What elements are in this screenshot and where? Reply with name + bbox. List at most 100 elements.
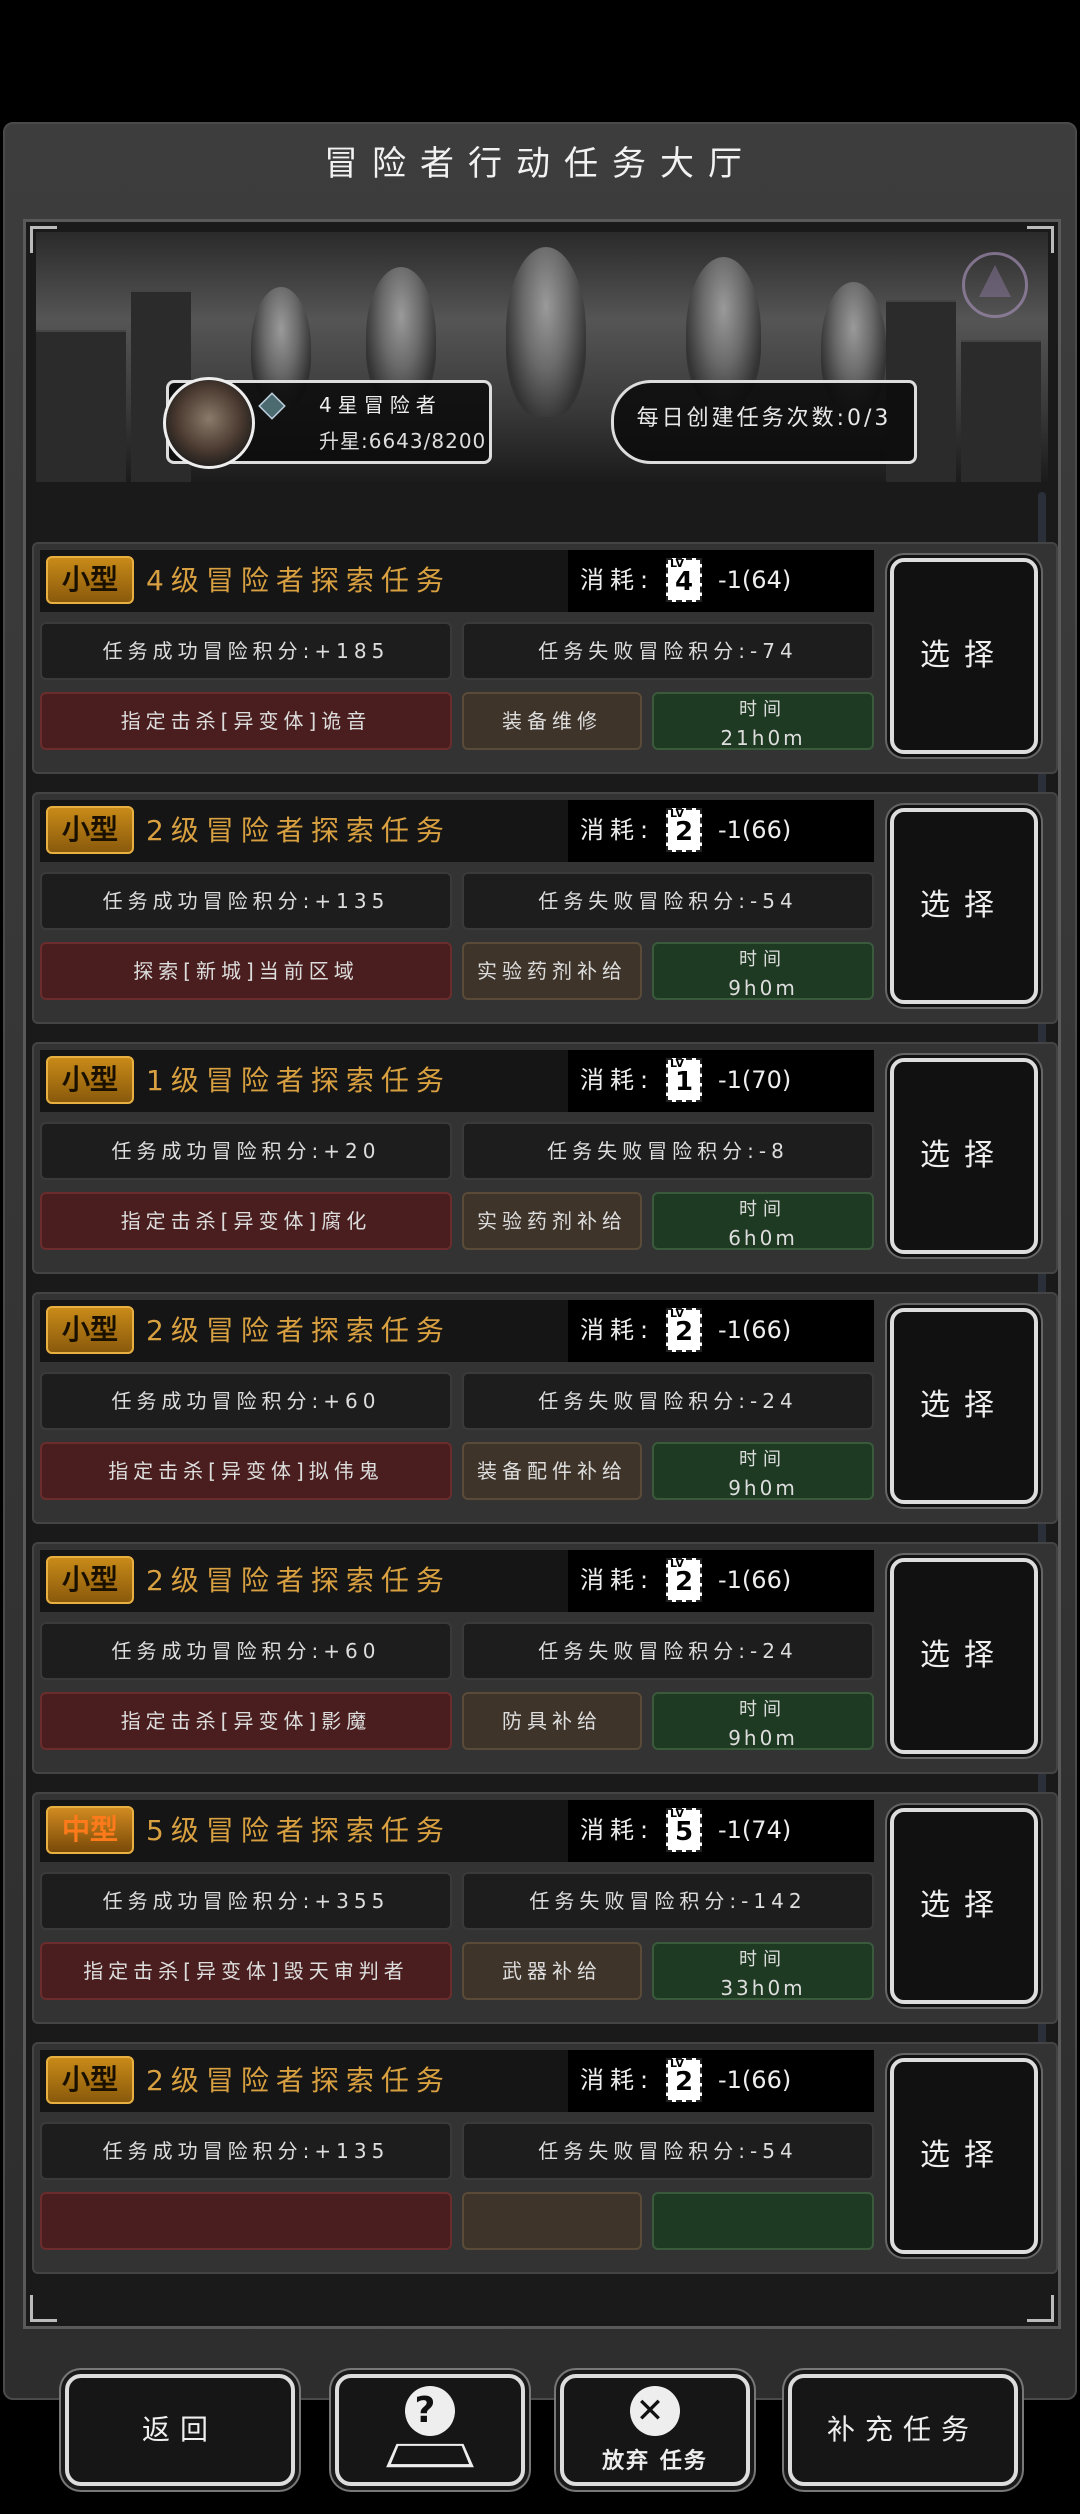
task-header: 小型 2级冒险者探索任务 消耗: LV 2 -1(66): [40, 800, 874, 862]
cost-value: -1(74): [718, 1816, 792, 1844]
cost-label: 消耗:: [580, 1316, 655, 1344]
rank-gem-icon: [258, 392, 286, 420]
task-time: [652, 2192, 874, 2250]
task-target: 指定击杀[异变体]腐化: [40, 1192, 452, 1250]
task-size-tag: 中型: [46, 1806, 134, 1854]
select-task-button[interactable]: 选择: [890, 1308, 1038, 1504]
task-card[interactable]: 小型 2级冒险者探索任务 消耗: LV 2 -1(66) 任务成功冒险积分:+13…: [32, 792, 1058, 1024]
fail-points: 任务失败冒险积分:-24: [462, 1622, 874, 1680]
select-task-button[interactable]: 选择: [890, 2058, 1038, 2254]
select-task-button[interactable]: 选择: [890, 558, 1038, 754]
time-label: 时间: [739, 1699, 787, 1720]
abandon-task-label: 放弃 任务: [602, 2449, 708, 2474]
building-silhouette: [961, 340, 1041, 482]
rank-badge: 4星冒险者 升星:6643/8200: [163, 377, 492, 469]
task-header: 小型 4级冒险者探索任务 消耗: LV 4 -1(64): [40, 550, 874, 612]
task-time: 时间 9h0m: [652, 1692, 874, 1750]
task-card[interactable]: 小型 2级冒险者探索任务 消耗: LV 2 -1(66) 任务成功冒险积分:+13…: [32, 2042, 1058, 2274]
help-button[interactable]: ?: [335, 2374, 525, 2486]
task-card[interactable]: 小型 2级冒险者探索任务 消耗: LV 2 -1(66) 任务成功冒险积分:+60…: [32, 1292, 1058, 1524]
fail-points: 任务失败冒险积分:-8: [462, 1122, 874, 1180]
success-points: 任务成功冒险积分:+135: [40, 872, 452, 930]
lv-prefix: LV: [670, 557, 685, 570]
level-value: 2: [674, 1317, 694, 1347]
time-label: 时间: [739, 949, 787, 970]
task-target: 探索[新城]当前区域: [40, 942, 452, 1000]
task-time: 时间 21h0m: [652, 692, 874, 750]
task-card[interactable]: 小型 4级冒险者探索任务 消耗: LV 4 -1(64) 任务成功冒险积分:+18…: [32, 542, 1058, 774]
task-time: 时间 9h0m: [652, 942, 874, 1000]
level-card-icon: LV 2: [666, 2058, 702, 2102]
cost-label: 消耗:: [580, 566, 655, 594]
select-task-button[interactable]: 选择: [890, 1808, 1038, 2004]
select-task-button[interactable]: 选择: [890, 1558, 1038, 1754]
success-points: 任务成功冒险积分:+185: [40, 622, 452, 680]
lv-prefix: LV: [670, 807, 685, 820]
task-size-tag: 小型: [46, 1306, 134, 1354]
time-label: 时间: [739, 1949, 787, 1970]
fail-points: 任务失败冒险积分:-54: [462, 872, 874, 930]
task-target: [40, 2192, 452, 2250]
rank-name: 4星冒险者: [319, 393, 442, 417]
task-time: 时间 9h0m: [652, 1442, 874, 1500]
level-value: 2: [674, 817, 694, 847]
task-size-tag: 小型: [46, 2056, 134, 2104]
task-size-tag: 小型: [46, 1056, 134, 1104]
back-button[interactable]: 返回: [65, 2374, 295, 2486]
task-card[interactable]: 中型 5级冒险者探索任务 消耗: LV 5 -1(74) 任务成功冒险积分:+35…: [32, 1792, 1058, 2024]
task-reward: [462, 2192, 642, 2250]
cost-value: -1(66): [718, 1316, 792, 1344]
select-task-button[interactable]: 选择: [890, 1058, 1038, 1254]
character-portrait: [506, 247, 586, 417]
faction-logo-icon: [962, 252, 1028, 318]
footer-bar: 返回 ? ✕ 放弃 任务 补充任务: [5, 2344, 1079, 2514]
lv-prefix: LV: [670, 1307, 685, 1320]
task-target: 指定击杀[异变体]毁天审判者: [40, 1942, 452, 2000]
cost-label: 消耗:: [580, 2066, 655, 2094]
page-title: 冒险者行动任务大厅: [324, 144, 756, 184]
task-target: 指定击杀[异变体]诡音: [40, 692, 452, 750]
task-reward: 实验药剂补给: [462, 1192, 642, 1250]
level-value: 4: [674, 567, 694, 597]
task-card[interactable]: 小型 1级冒险者探索任务 消耗: LV 1 -1(70) 任务成功冒险积分:+20…: [32, 1042, 1058, 1274]
level-card-icon: LV 5: [666, 1808, 702, 1852]
time-label: 时间: [739, 1449, 787, 1470]
task-name: 2级冒险者探索任务: [146, 1564, 451, 1597]
time-label: 时间: [739, 699, 787, 720]
avatar: [163, 377, 255, 469]
level-card-icon: LV 2: [666, 1558, 702, 1602]
task-size-tag: 小型: [46, 806, 134, 854]
task-card[interactable]: 小型 2级冒险者探索任务 消耗: LV 2 -1(66) 任务成功冒险积分:+60…: [32, 1542, 1058, 1774]
frame-corner: [1027, 2295, 1054, 2322]
fail-points: 任务失败冒险积分:-142: [462, 1872, 874, 1930]
rank-progress: 升星:6643/8200: [319, 429, 487, 453]
task-cost: 消耗: LV 4 -1(64): [568, 550, 874, 612]
task-header: 小型 2级冒险者探索任务 消耗: LV 2 -1(66): [40, 1550, 874, 1612]
time-value: 6h0m: [728, 1226, 798, 1250]
success-points: 任务成功冒险积分:+20: [40, 1122, 452, 1180]
task-frame: 4星冒险者 升星:6643/8200 每日创建任务次数:0/3 小型 4级冒险者…: [23, 219, 1061, 2329]
task-name: 2级冒险者探索任务: [146, 1314, 451, 1347]
cost-label: 消耗:: [580, 1816, 655, 1844]
supplement-task-button[interactable]: 补充任务: [788, 2374, 1018, 2486]
cost-label: 消耗:: [580, 1066, 655, 1094]
frame-corner: [30, 2295, 57, 2322]
task-target: 指定击杀[异变体]拟伟鬼: [40, 1442, 452, 1500]
task-reward: 装备配件补给: [462, 1442, 642, 1500]
level-value: 2: [674, 1567, 694, 1597]
task-reward: 防具补给: [462, 1692, 642, 1750]
help-map-icon: ?: [386, 2386, 474, 2468]
task-size-tag: 小型: [46, 1556, 134, 1604]
task-cost: 消耗: LV 2 -1(66): [568, 2050, 874, 2112]
task-target: 指定击杀[异变体]影魔: [40, 1692, 452, 1750]
task-time: 时间 6h0m: [652, 1192, 874, 1250]
select-task-button[interactable]: 选择: [890, 808, 1038, 1004]
fail-points: 任务失败冒险积分:-54: [462, 2122, 874, 2180]
lv-prefix: LV: [670, 1807, 685, 1820]
abandon-task-button[interactable]: ✕ 放弃 任务: [560, 2374, 750, 2486]
cost-value: -1(64): [718, 566, 792, 594]
lv-prefix: LV: [670, 1557, 685, 1570]
task-header: 中型 5级冒险者探索任务 消耗: LV 5 -1(74): [40, 1800, 874, 1862]
task-cost: 消耗: LV 1 -1(70): [568, 1050, 874, 1112]
task-name: 2级冒险者探索任务: [146, 814, 451, 847]
